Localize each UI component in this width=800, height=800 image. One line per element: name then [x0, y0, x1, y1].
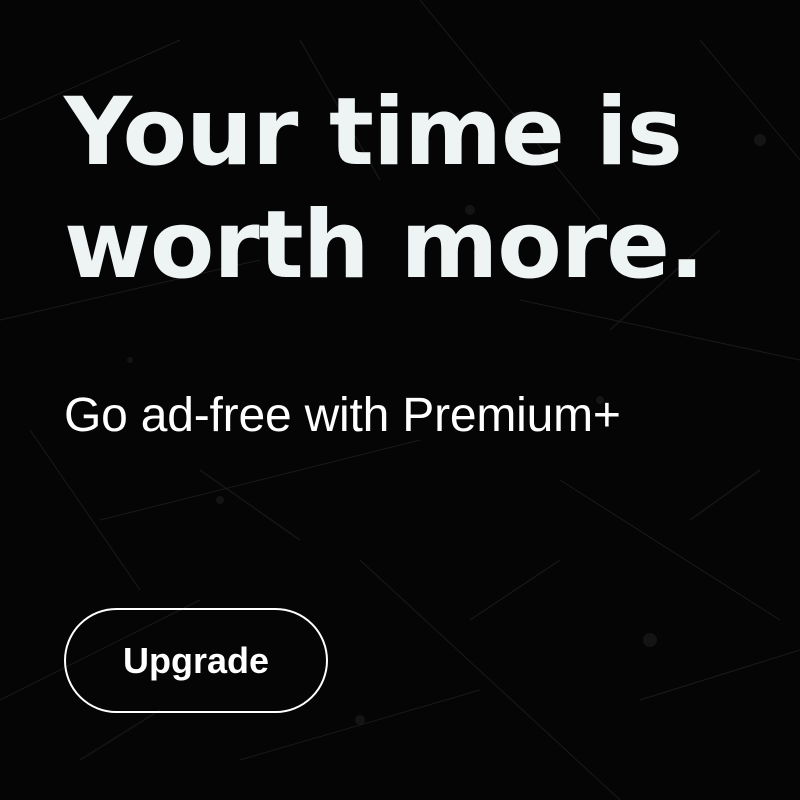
headline: Your time is worth more.: [64, 76, 764, 302]
upgrade-button[interactable]: Upgrade: [64, 608, 328, 713]
premium-ad-card: Your time is worth more. Go ad-free with…: [0, 0, 800, 800]
headline-line-2: worth more.: [64, 191, 705, 300]
subheadline: Go ad-free with Premium+: [64, 389, 621, 442]
headline-line-1: Your time is: [64, 78, 683, 187]
